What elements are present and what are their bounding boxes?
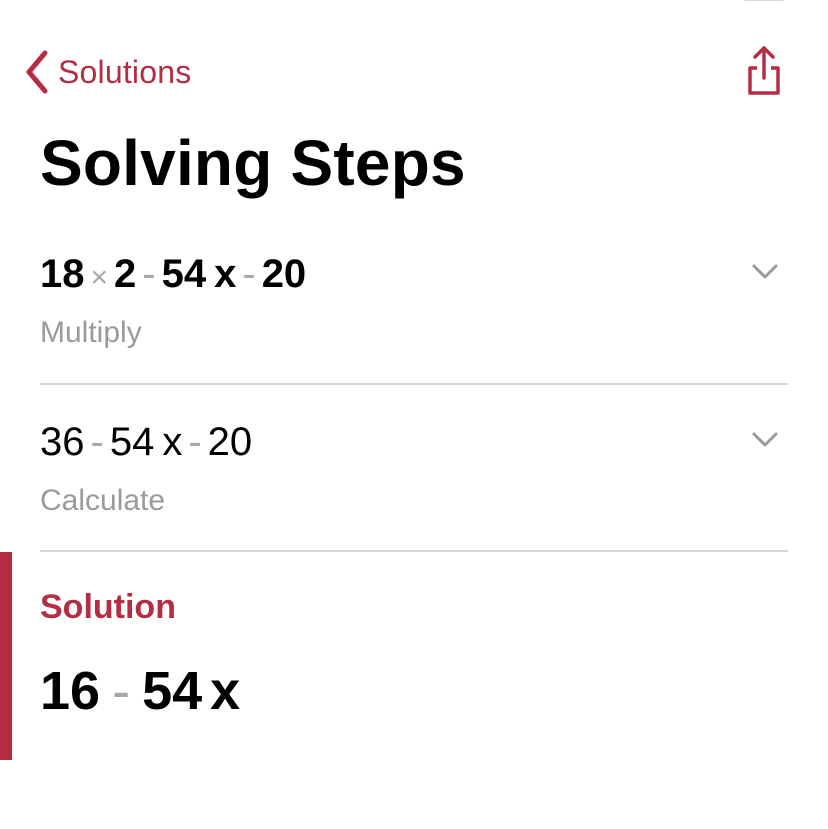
chevron-down-icon[interactable] xyxy=(752,264,778,280)
back-button[interactable]: Solutions xyxy=(24,50,191,94)
expr-variable: x xyxy=(210,661,241,721)
status-bar-remnant-right xyxy=(744,0,784,1)
status-bar-remnant xyxy=(44,0,104,2)
expr-variable: x xyxy=(214,252,237,296)
step-description: Multiply xyxy=(40,316,142,349)
expr-operator: × xyxy=(90,261,109,294)
expr-variable: x xyxy=(162,420,183,464)
solution-accent-bar xyxy=(0,552,12,760)
share-button[interactable] xyxy=(746,44,782,96)
expr-number: 54 xyxy=(161,252,207,296)
step-expression: 36 - 54 x - 20 xyxy=(40,420,252,465)
share-icon xyxy=(748,46,780,95)
chevron-down-icon[interactable] xyxy=(752,432,778,448)
step-description: Calculate xyxy=(40,484,166,517)
expr-number: 20 xyxy=(207,420,253,464)
navigation-bar: Solutions xyxy=(0,40,828,104)
expr-number: 20 xyxy=(261,252,307,296)
step-expression: 18 × 2 - 54 x - 20 xyxy=(40,252,306,297)
expr-number: 18 xyxy=(40,252,85,296)
step-row-multiply[interactable]: 18 × 2 - 54 x - 20 Multiply xyxy=(40,216,788,384)
divider xyxy=(40,550,788,552)
page-title: Solving Steps xyxy=(40,127,466,199)
step-row-calculate[interactable]: 36 - 54 x - 20 Calculate xyxy=(40,384,788,552)
chevron-left-icon xyxy=(26,50,48,94)
expr-number: 36 xyxy=(40,420,85,464)
expr-number: 54 xyxy=(142,661,203,721)
expr-operator: - xyxy=(142,252,156,296)
back-button-label: Solutions xyxy=(58,53,192,90)
expr-operator: - xyxy=(242,252,256,296)
solution-label: Solution xyxy=(40,588,176,626)
expr-operator: - xyxy=(188,420,202,464)
solution-expression: 16 - 54 x xyxy=(40,660,240,722)
expr-number: 16 xyxy=(40,661,101,721)
expr-number: 54 xyxy=(109,420,155,464)
expr-operator: - xyxy=(90,420,104,464)
expr-number: 2 xyxy=(114,252,137,296)
expr-operator: - xyxy=(112,661,131,721)
